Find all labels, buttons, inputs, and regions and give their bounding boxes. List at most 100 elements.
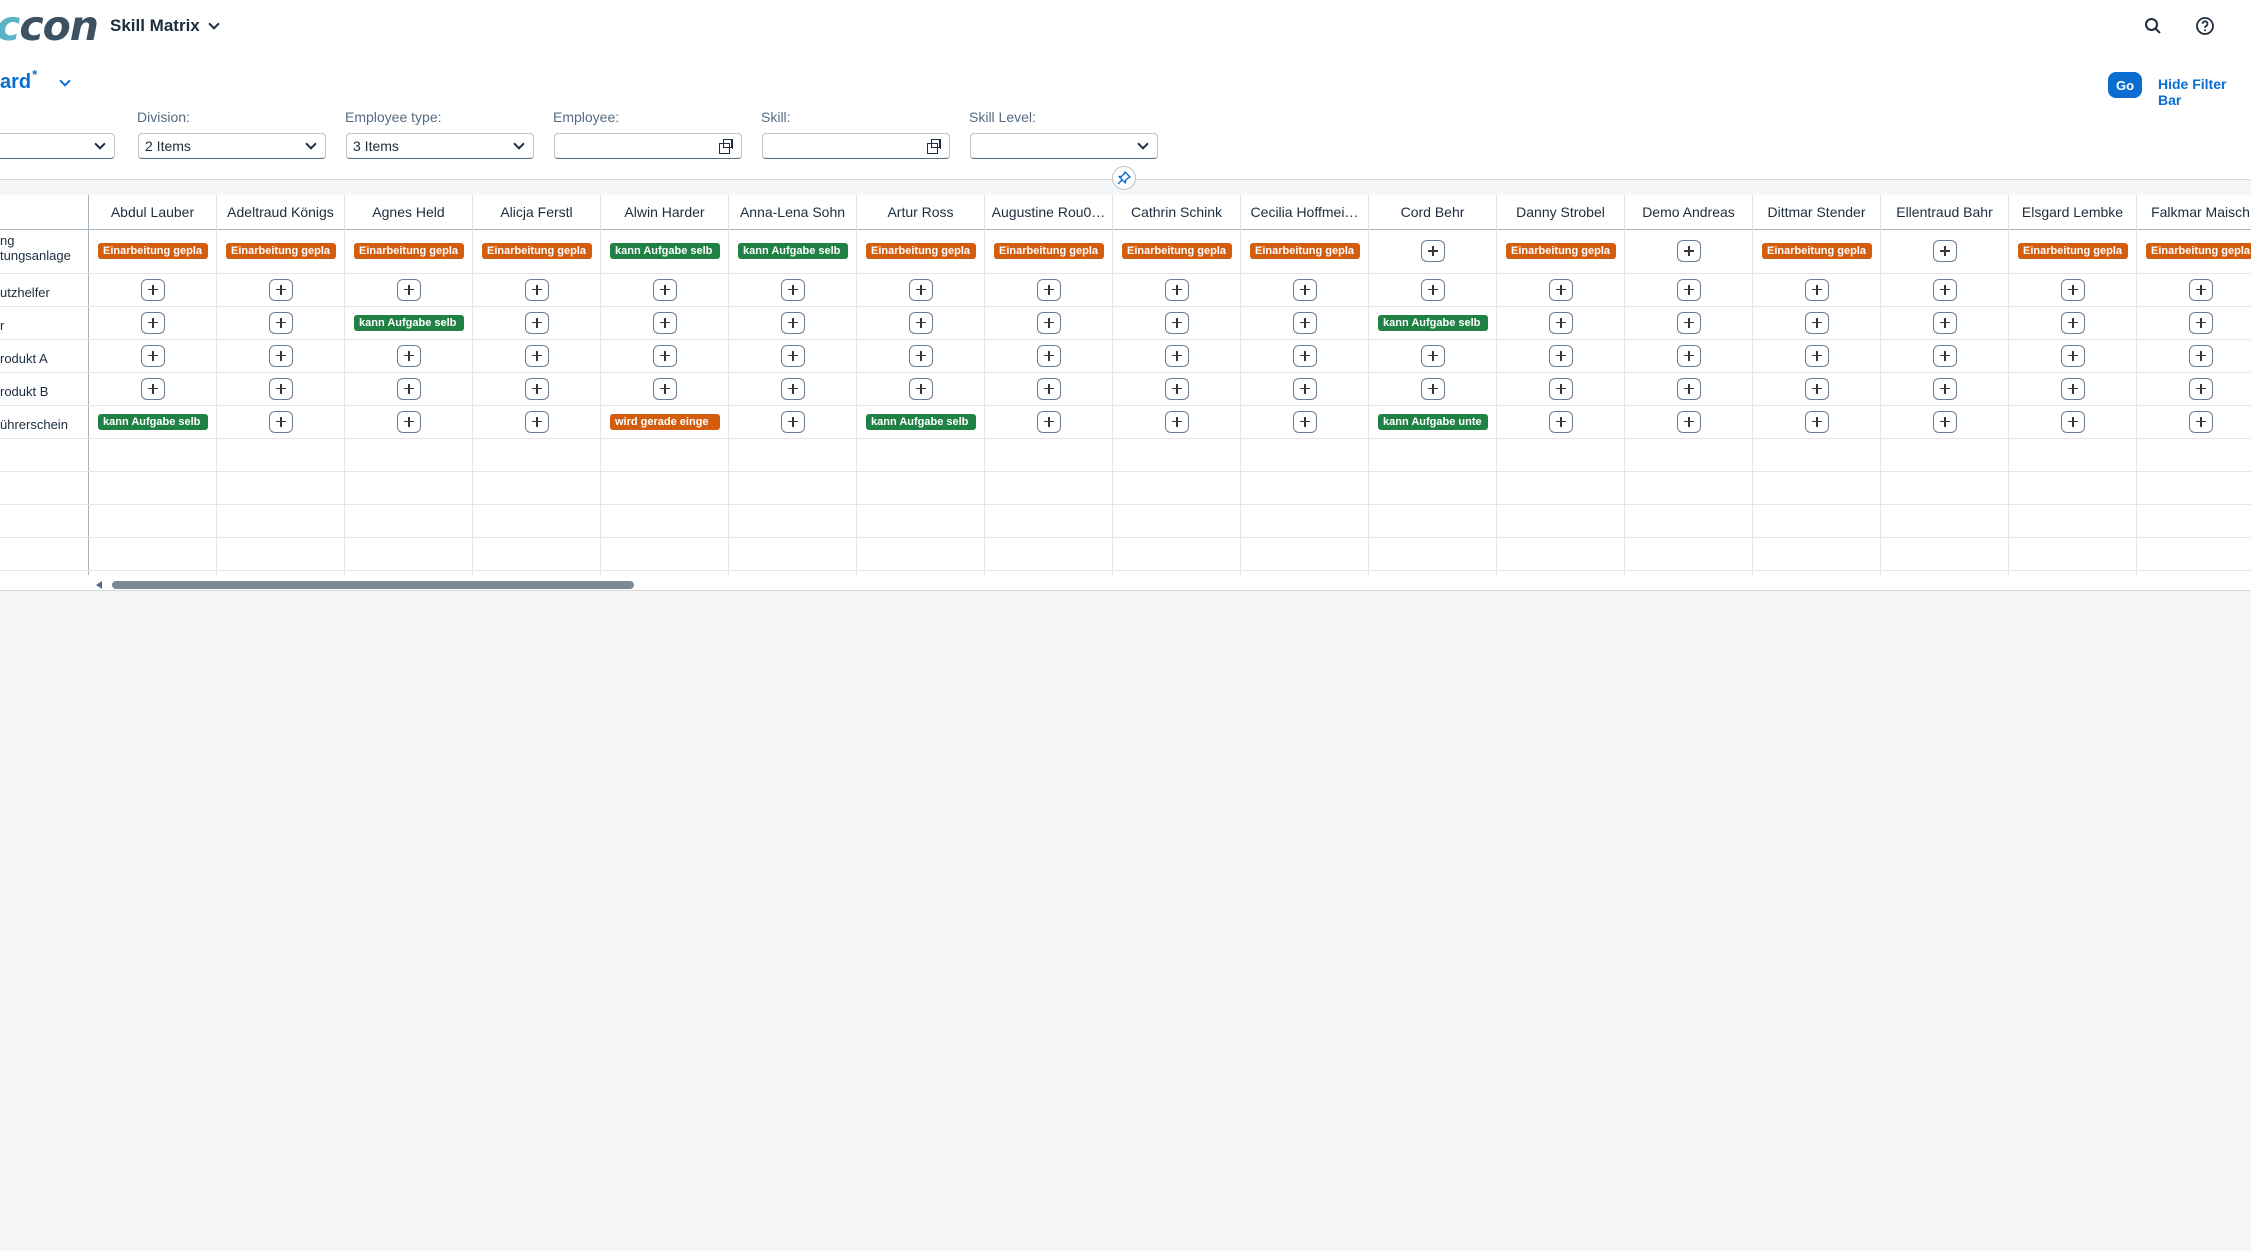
add-skill-button[interactable]: [1549, 278, 1573, 301]
add-skill-button[interactable]: [653, 311, 677, 334]
company-logo[interactable]: ccon: [0, 2, 99, 50]
add-skill-button[interactable]: [1293, 410, 1317, 433]
value-help-icon[interactable]: [719, 139, 733, 154]
add-skill-button[interactable]: [653, 344, 677, 367]
add-skill-button[interactable]: [1549, 344, 1573, 367]
skill-level-tag[interactable]: Einarbeitung gepla: [1762, 243, 1872, 259]
add-skill-button[interactable]: [909, 344, 933, 367]
skill-level-tag[interactable]: Einarbeitung gepla: [98, 243, 208, 259]
add-skill-button[interactable]: [1933, 377, 1957, 400]
add-skill-button[interactable]: [909, 278, 933, 301]
column-header[interactable]: Falkmar Maisch: [2137, 195, 2251, 229]
add-skill-button[interactable]: [1037, 278, 1061, 301]
add-skill-button[interactable]: [1165, 344, 1189, 367]
add-skill-button[interactable]: [1933, 344, 1957, 367]
add-skill-button[interactable]: [525, 278, 549, 301]
add-skill-button[interactable]: [525, 410, 549, 433]
add-skill-button[interactable]: [269, 344, 293, 367]
add-skill-button[interactable]: [269, 410, 293, 433]
add-skill-button[interactable]: [1677, 377, 1701, 400]
add-skill-button[interactable]: [1421, 278, 1445, 301]
add-skill-button[interactable]: [1677, 344, 1701, 367]
add-skill-button[interactable]: [1677, 240, 1701, 262]
column-header[interactable]: Cecilia Hoffmei…: [1241, 195, 1369, 229]
app-title-menu[interactable]: Skill Matrix: [110, 16, 220, 36]
skill-level-tag[interactable]: kann Aufgabe selb: [738, 243, 848, 259]
add-skill-button[interactable]: [1165, 410, 1189, 433]
add-skill-button[interactable]: [2061, 344, 2085, 367]
column-header[interactable]: Demo Andreas: [1625, 195, 1753, 229]
add-skill-button[interactable]: [2189, 377, 2213, 400]
add-skill-button[interactable]: [1037, 344, 1061, 367]
add-skill-button[interactable]: [525, 377, 549, 400]
add-skill-button[interactable]: [397, 377, 421, 400]
skill-level-select[interactable]: [970, 133, 1158, 159]
add-skill-button[interactable]: [1805, 311, 1829, 334]
add-skill-button[interactable]: [1549, 311, 1573, 334]
add-skill-button[interactable]: [2061, 311, 2085, 334]
go-button[interactable]: Go: [2108, 72, 2142, 98]
add-skill-button[interactable]: [1933, 240, 1957, 262]
add-skill-button[interactable]: [1421, 377, 1445, 400]
pin-header-button[interactable]: [1112, 166, 1136, 190]
add-skill-button[interactable]: [525, 311, 549, 334]
add-skill-button[interactable]: [141, 377, 165, 400]
user-menu-icon[interactable]: [2238, 14, 2251, 38]
value-help-icon[interactable]: [927, 139, 941, 154]
add-skill-button[interactable]: [2061, 410, 2085, 433]
add-skill-button[interactable]: [1933, 311, 1957, 334]
skill-input[interactable]: [762, 133, 950, 159]
help-icon[interactable]: [2193, 14, 2217, 38]
skill-level-tag[interactable]: Einarbeitung gepla: [354, 243, 464, 259]
add-skill-button[interactable]: [781, 377, 805, 400]
add-skill-button[interactable]: [397, 344, 421, 367]
add-skill-button[interactable]: [1805, 377, 1829, 400]
filter-select-0[interactable]: [0, 133, 115, 159]
skill-level-tag[interactable]: kann Aufgabe selb: [866, 413, 976, 430]
skill-level-tag[interactable]: Einarbeitung gepla: [866, 243, 976, 259]
skill-level-tag[interactable]: Einarbeitung gepla: [482, 243, 592, 259]
division-select[interactable]: 2 Items: [138, 133, 326, 159]
add-skill-button[interactable]: [781, 278, 805, 301]
add-skill-button[interactable]: [141, 344, 165, 367]
add-skill-button[interactable]: [1805, 344, 1829, 367]
skill-level-tag[interactable]: Einarbeitung gepla: [1122, 243, 1232, 259]
add-skill-button[interactable]: [1293, 278, 1317, 301]
add-skill-button[interactable]: [2189, 311, 2213, 334]
add-skill-button[interactable]: [1933, 278, 1957, 301]
add-skill-button[interactable]: [1805, 278, 1829, 301]
skill-level-tag[interactable]: kann Aufgabe selb: [1378, 314, 1488, 331]
column-header[interactable]: Danny Strobel: [1497, 195, 1625, 229]
add-skill-button[interactable]: [1037, 377, 1061, 400]
add-skill-button[interactable]: [1549, 410, 1573, 433]
add-skill-button[interactable]: [1677, 410, 1701, 433]
skill-level-tag[interactable]: Einarbeitung gepla: [2018, 243, 2128, 259]
column-header[interactable]: Adeltraud Königs: [217, 195, 345, 229]
add-skill-button[interactable]: [397, 410, 421, 433]
add-skill-button[interactable]: [141, 311, 165, 334]
add-skill-button[interactable]: [2189, 278, 2213, 301]
skill-level-tag[interactable]: Einarbeitung gepla: [994, 243, 1104, 259]
add-skill-button[interactable]: [653, 278, 677, 301]
add-skill-button[interactable]: [1677, 278, 1701, 301]
column-header[interactable]: Alwin Harder: [601, 195, 729, 229]
add-skill-button[interactable]: [1549, 377, 1573, 400]
column-header[interactable]: Abdul Lauber: [89, 195, 217, 229]
column-header[interactable]: Alicja Ferstl: [473, 195, 601, 229]
add-skill-button[interactable]: [1677, 311, 1701, 334]
scroll-left-arrow-icon[interactable]: [96, 581, 102, 589]
skill-level-tag[interactable]: kann Aufgabe selb: [610, 243, 720, 259]
column-header[interactable]: Cathrin Schink: [1113, 195, 1241, 229]
add-skill-button[interactable]: [269, 278, 293, 301]
add-skill-button[interactable]: [781, 344, 805, 367]
skill-level-tag[interactable]: Einarbeitung gepla: [1250, 243, 1360, 259]
employee-input[interactable]: [554, 133, 742, 159]
add-skill-button[interactable]: [1421, 240, 1445, 262]
horizontal-scrollbar[interactable]: [96, 580, 2251, 590]
hide-filter-bar-button[interactable]: Hide Filter Bar: [2158, 76, 2251, 108]
employee-type-select[interactable]: 3 Items: [346, 133, 534, 159]
column-header[interactable]: Artur Ross: [857, 195, 985, 229]
add-skill-button[interactable]: [1037, 410, 1061, 433]
add-skill-button[interactable]: [525, 344, 549, 367]
add-skill-button[interactable]: [781, 410, 805, 433]
